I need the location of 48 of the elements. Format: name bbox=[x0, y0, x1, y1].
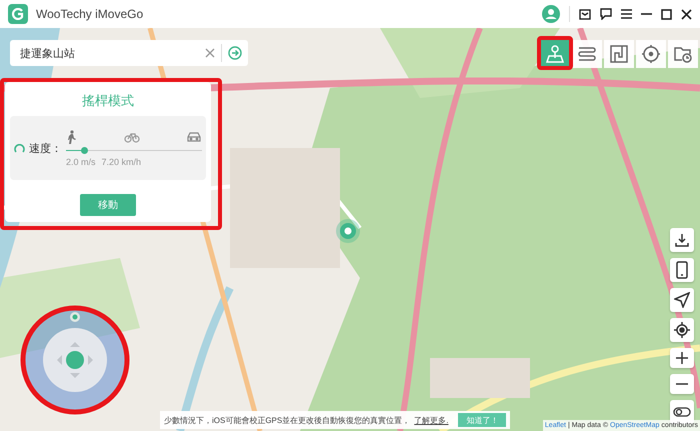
search-field[interactable]: 捷運象山站 bbox=[10, 40, 199, 66]
toggle-icon bbox=[673, 407, 691, 417]
map-control-button[interactable] bbox=[670, 348, 694, 368]
phone-icon bbox=[676, 261, 688, 279]
speed-label: 速度： bbox=[29, 142, 62, 156]
map-control-button[interactable] bbox=[670, 318, 694, 342]
mail-icon[interactable] bbox=[579, 8, 591, 20]
person-map-icon bbox=[545, 44, 565, 64]
clear-button[interactable] bbox=[199, 40, 221, 66]
send-arrow-icon bbox=[674, 292, 690, 308]
map-control-button[interactable] bbox=[670, 288, 694, 312]
locate-icon bbox=[674, 322, 690, 338]
walking-icon[interactable] bbox=[66, 130, 78, 144]
mode-tab[interactable] bbox=[668, 40, 698, 68]
close-icon bbox=[205, 48, 215, 58]
mode-tab[interactable] bbox=[636, 40, 666, 68]
map-control-button[interactable] bbox=[670, 258, 694, 282]
speed-reading: 7.20 km/h bbox=[102, 156, 142, 166]
slider-thumb[interactable] bbox=[80, 146, 88, 154]
highlight-frame bbox=[537, 36, 573, 70]
map-control-button[interactable] bbox=[670, 228, 694, 252]
bicycle-icon[interactable] bbox=[124, 130, 140, 142]
arrow-circle-icon bbox=[228, 46, 242, 60]
notice-text: 少數情況下，iOS可能會校正GPS並在更改後自動恢復您的真實位置， bbox=[164, 414, 410, 426]
mode-tab[interactable] bbox=[604, 40, 634, 68]
user-avatar-icon[interactable] bbox=[542, 5, 560, 23]
close-icon[interactable] bbox=[681, 8, 692, 20]
speed-reading: 2.0 m/s bbox=[66, 156, 96, 166]
speedometer-icon bbox=[14, 144, 25, 152]
download-icon bbox=[674, 232, 690, 248]
learn-more-link[interactable]: 了解更多. bbox=[414, 414, 448, 426]
target-icon bbox=[641, 44, 661, 64]
panel-title: 搖桿模式 bbox=[82, 92, 134, 110]
joystick-drawing[interactable] bbox=[20, 305, 130, 415]
menu-icon[interactable] bbox=[621, 9, 632, 19]
minimize-icon[interactable] bbox=[641, 13, 652, 15]
map-control-button[interactable] bbox=[670, 374, 694, 394]
car-icon[interactable] bbox=[186, 130, 202, 142]
location-pin-icon bbox=[335, 218, 361, 244]
go-button[interactable] bbox=[222, 40, 248, 66]
chat-icon[interactable] bbox=[600, 8, 612, 20]
route-icon bbox=[609, 44, 629, 64]
move-button[interactable]: 移動 bbox=[80, 194, 136, 216]
maximize-icon[interactable] bbox=[661, 8, 672, 20]
app-logo-icon bbox=[8, 4, 28, 24]
window-title: WooTechy iMoveGo bbox=[36, 7, 144, 21]
mode-tab[interactable] bbox=[572, 40, 602, 68]
zoom-in-icon bbox=[676, 352, 688, 364]
